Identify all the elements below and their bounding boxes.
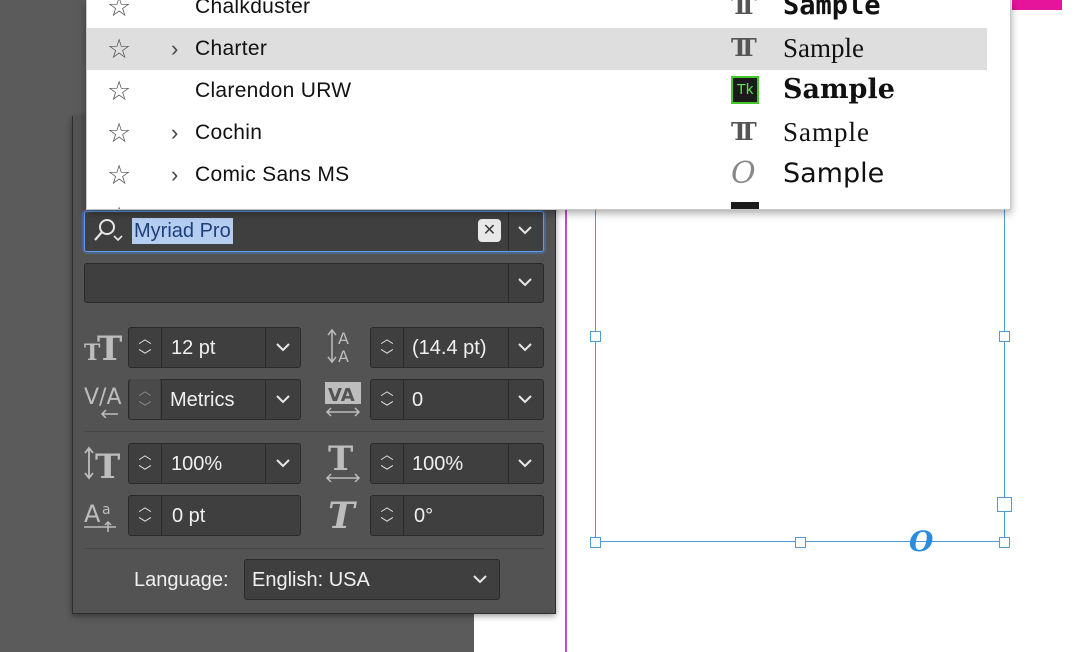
kerning-value[interactable]: Metrics (170, 380, 234, 420)
frame-handle-middle-left[interactable] (590, 331, 601, 342)
font-row-chalkduster[interactable]: ☆ Chalkduster TT Sample (87, 0, 987, 28)
typekit-icon: Tk (731, 76, 759, 104)
skew-icon: T (326, 495, 362, 539)
vertical-scale-icon: T (84, 446, 124, 487)
svg-text:T: T (95, 447, 120, 482)
panel-divider (84, 431, 544, 432)
font-sample: Sample (783, 117, 870, 147)
tracking-stepper[interactable]: ︿ ﹀ (372, 379, 402, 419)
frame-handle-bottom-center[interactable] (795, 537, 806, 548)
frame-handle-bottom-right[interactable] (999, 537, 1010, 548)
font-sample: Sample (783, 158, 885, 189)
frame-handle-middle-right[interactable] (999, 331, 1010, 342)
typekit-icon (731, 202, 759, 209)
frame-handle-outport-right[interactable] (997, 497, 1012, 512)
font-name: Charter (195, 37, 268, 60)
font-row-comic-sans-ms[interactable]: ☆ › Comic Sans MS O Sample (87, 154, 987, 196)
vertical-scale-value[interactable]: 100% (171, 444, 222, 484)
svg-text:A: A (84, 500, 101, 528)
horizontal-scale-stepper[interactable]: ︿ ﹀ (372, 443, 402, 483)
svg-text:A: A (338, 347, 349, 366)
font-style-field[interactable] (84, 263, 544, 303)
leading-icon: AA (326, 326, 362, 371)
truetype-icon: TT (731, 117, 757, 146)
text-frame[interactable] (595, 170, 1005, 542)
truetype-icon: TT (731, 33, 757, 62)
font-sample-glyphs: □□□□□ (783, 199, 843, 209)
font-size-icon: TT (84, 329, 122, 369)
kerning-dropdown[interactable] (273, 389, 293, 414)
baseline-shift-value[interactable]: 0 pt (172, 496, 205, 536)
baseline-shift-icon: Aa (84, 498, 124, 539)
font-size-stepper[interactable]: ︿ ﹀ (130, 327, 160, 367)
font-sample: Sample (783, 33, 864, 63)
font-row-partial[interactable]: ☆ □□□□□ (87, 196, 987, 209)
font-family-value[interactable]: Myriad Pro (132, 218, 233, 244)
tracking-value[interactable]: 0 (412, 380, 423, 420)
panel-divider (84, 548, 544, 549)
tracking-icon: VA (324, 380, 364, 423)
frame-outport-icon[interactable]: O (909, 527, 933, 557)
star-icon[interactable]: ☆ (107, 116, 131, 150)
font-row-clarendon-urw[interactable]: ☆ Clarendon URW Tk Sample (87, 70, 987, 112)
horizontal-scale-icon: T (324, 439, 364, 487)
close-icon[interactable]: ✕ (478, 219, 501, 242)
vertical-scale-dropdown[interactable] (273, 453, 293, 478)
svg-text:T: T (328, 442, 353, 479)
horizontal-scale-dropdown[interactable] (515, 453, 535, 478)
truetype-icon: TT (731, 0, 757, 20)
bleed-marker (1012, 0, 1062, 10)
opentype-icon: O (731, 156, 756, 191)
skew-stepper[interactable]: ︿ ﹀ (372, 495, 402, 535)
svg-text:V/A: V/A (84, 385, 122, 410)
skew-value[interactable]: 0° (414, 496, 433, 536)
language-label: Language: (134, 569, 229, 591)
chevron-right-icon[interactable]: › (171, 121, 178, 145)
vertical-scale-stepper[interactable]: ︿ ﹀ (130, 443, 160, 483)
font-row-charter[interactable]: ☆ › Charter TT Sample (87, 28, 987, 70)
font-size-dropdown[interactable] (273, 337, 293, 362)
tracking-dropdown[interactable] (515, 389, 535, 414)
chevron-down-icon[interactable] (470, 569, 490, 594)
leading-dropdown[interactable] (515, 337, 535, 362)
star-icon[interactable]: ☆ (107, 74, 131, 108)
baseline-shift-stepper[interactable]: ︿ ﹀ (130, 495, 160, 535)
font-size-value[interactable]: 12 pt (171, 328, 215, 368)
search-icon[interactable] (92, 216, 126, 246)
horizontal-scale-value[interactable]: 100% (412, 444, 463, 484)
font-sample: Sample (783, 0, 881, 21)
font-style-dropdown[interactable] (515, 272, 535, 297)
font-list-dropdown[interactable]: ☆ Chalkduster TT Sample ☆ › Charter TT S… (86, 0, 1011, 210)
font-name: Cochin (195, 121, 263, 144)
svg-text:a: a (102, 502, 111, 518)
kerning-stepper[interactable]: ︿ ﹀ (130, 379, 160, 419)
font-name: Comic Sans MS (195, 163, 350, 186)
font-row-cochin[interactable]: ☆ › Cochin TT Sample (87, 112, 987, 154)
star-icon[interactable]: ☆ (107, 32, 131, 66)
frame-handle-bottom-left[interactable] (590, 537, 601, 548)
chevron-down-icon[interactable] (515, 220, 535, 245)
svg-text:A: A (338, 329, 349, 348)
kerning-icon: V/A (84, 382, 124, 423)
chevron-right-icon[interactable]: › (171, 37, 178, 61)
font-sample: Sample (783, 74, 895, 105)
svg-text:VA: VA (328, 385, 355, 406)
chevron-right-icon[interactable]: › (171, 163, 178, 187)
leading-value[interactable]: (14.4 pt) (412, 328, 486, 368)
svg-text:T: T (328, 496, 357, 534)
font-name: Clarendon URW (195, 79, 352, 102)
star-icon[interactable]: ☆ (107, 200, 131, 209)
leading-stepper[interactable]: ︿ ﹀ (372, 327, 402, 367)
language-value[interactable]: English: USA (252, 560, 370, 600)
star-icon[interactable]: ☆ (107, 0, 131, 24)
svg-text:T: T (97, 330, 122, 364)
font-name: Chalkduster (195, 0, 311, 18)
star-icon[interactable]: ☆ (107, 158, 131, 192)
